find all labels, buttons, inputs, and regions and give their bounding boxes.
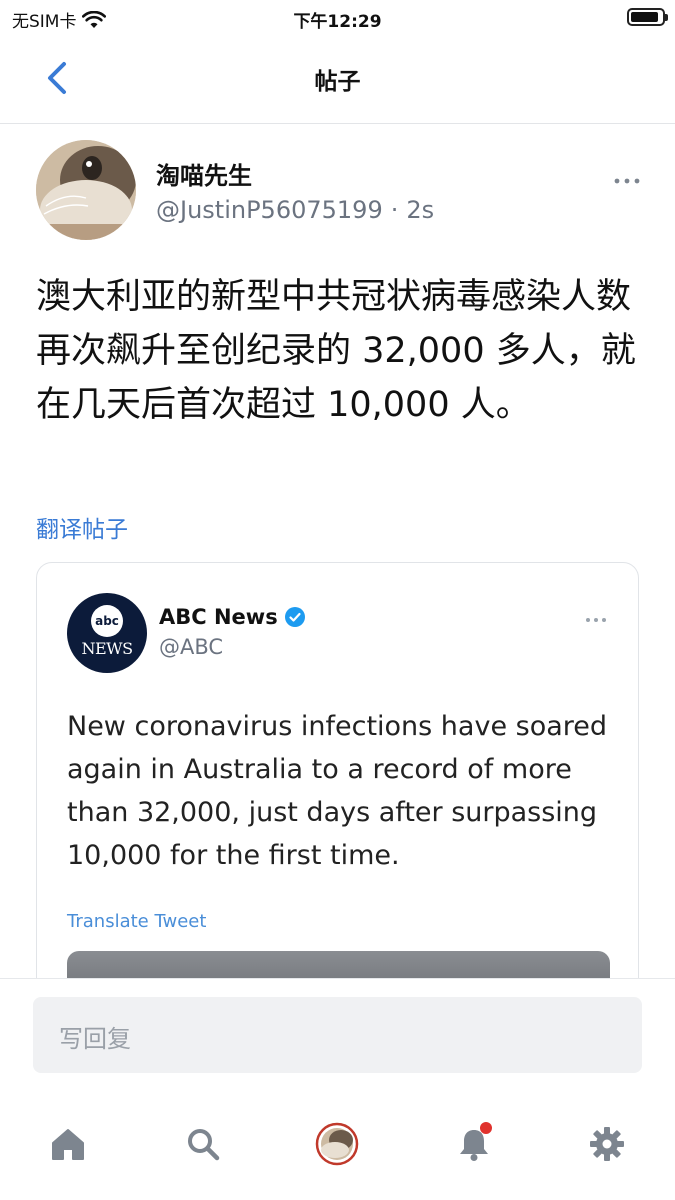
quoted-more-icon bbox=[584, 611, 608, 623]
quoted-handle: @ABC bbox=[159, 635, 224, 659]
search-icon bbox=[188, 1129, 220, 1161]
status-time: 下午12:29 bbox=[293, 12, 382, 32]
profile-avatar-icon bbox=[315, 1122, 359, 1166]
abc-logo-news: NEWS bbox=[81, 639, 133, 658]
verified-badge-icon bbox=[284, 607, 305, 627]
display-name[interactable]: 淘喵先生 bbox=[156, 156, 252, 191]
status-bar: 无SIM卡 下午12:29 bbox=[0, 0, 675, 36]
abc-news-logo: abc NEWS bbox=[67, 593, 147, 673]
quoted-display-name: ABC News bbox=[159, 605, 306, 629]
quoted-translate-link: Translate Tweet bbox=[67, 911, 207, 932]
quoted-name-label: ABC News bbox=[159, 605, 278, 629]
tab-notifications[interactable] bbox=[454, 1122, 494, 1164]
quoted-tweet-card[interactable]: abc NEWS ABC News @ABC New coronavirus i… bbox=[36, 562, 639, 1022]
avatar[interactable] bbox=[36, 140, 136, 240]
quoted-text: New coronavirus infections have soared a… bbox=[67, 711, 608, 871]
post-time: 2s bbox=[406, 196, 435, 224]
battery-icon bbox=[627, 8, 668, 26]
cat-avatar-icon bbox=[36, 140, 136, 240]
translate-post-link[interactable]: 翻译帖子 bbox=[36, 510, 128, 544]
more-horizontal-icon bbox=[614, 178, 640, 184]
reply-input[interactable]: 写回复 bbox=[33, 997, 642, 1073]
meta-separator: · bbox=[390, 196, 399, 224]
reply-area: 写回复 bbox=[0, 978, 675, 1200]
home-icon bbox=[52, 1129, 84, 1160]
tab-profile[interactable] bbox=[315, 1122, 359, 1166]
post-text: 澳大利亚的新型中共冠状病毒感染人数再次飙升至创纪录的 32,000 多人，就在几… bbox=[36, 277, 636, 425]
user-handle[interactable]: @JustinP56075199 bbox=[156, 196, 383, 224]
abc-logo-circle: abc bbox=[91, 605, 123, 637]
tab-search[interactable] bbox=[183, 1124, 223, 1164]
post-meta: @JustinP56075199 · 2s bbox=[156, 196, 434, 224]
more-options-button[interactable] bbox=[613, 171, 641, 191]
nav-bar: 帖子 bbox=[0, 36, 675, 124]
battery-level bbox=[631, 12, 658, 22]
gear-icon bbox=[590, 1127, 624, 1161]
tab-home[interactable] bbox=[48, 1124, 88, 1164]
tab-settings[interactable] bbox=[587, 1124, 627, 1164]
page-title: 帖子 bbox=[314, 69, 361, 95]
notification-badge bbox=[480, 1122, 492, 1134]
